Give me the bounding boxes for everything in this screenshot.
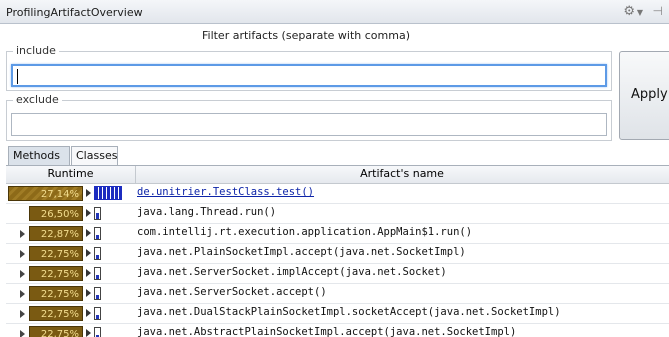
artifact-name[interactable]: com.intellij.rt.execution.application.Ap… [137, 226, 472, 238]
runtime-minibar-icon [94, 227, 101, 240]
expand-arrow-icon[interactable] [86, 189, 91, 197]
runtime-minibar-icon [94, 287, 101, 300]
tree-expander-icon[interactable] [20, 250, 25, 258]
runtime-histogram-icon [94, 186, 122, 200]
column-header-runtime[interactable]: Runtime [6, 166, 136, 183]
artifact-name[interactable]: java.lang.Thread.run() [137, 206, 276, 218]
include-label: include [13, 44, 59, 57]
runtime-minibar-icon [94, 327, 101, 337]
tree-expander-icon[interactable] [20, 230, 25, 238]
runtime-minibar-icon [94, 247, 101, 260]
table-row[interactable]: 26,50% java.lang.Thread.run() [6, 204, 669, 224]
table-row[interactable]: 22,75% java.net.PlainSocketImpl.accept(j… [6, 244, 669, 264]
artifact-name[interactable]: java.net.ServerSocket.implAccept(java.ne… [137, 266, 447, 278]
runtime-minibar-icon [94, 307, 101, 320]
expand-arrow-icon[interactable] [86, 289, 91, 297]
artifact-name[interactable]: java.net.AbstractPlainSocketImpl.accept(… [137, 326, 516, 337]
column-header-name[interactable]: Artifact's name [137, 166, 667, 183]
apply-label: Apply [631, 87, 668, 102]
pin-icon[interactable]: ⊣ [653, 4, 663, 18]
filter-heading: Filter artifacts (separate with comma) [201, 29, 410, 42]
window-title: ProfilingArtifactOverview [6, 6, 143, 19]
table-row[interactable]: 22,75% java.net.AbstractPlainSocketImpl.… [6, 324, 669, 337]
table-header: Runtime Artifact's name [6, 166, 669, 184]
artifact-name[interactable]: de.unitrier.TestClass.test() [137, 186, 314, 198]
expand-arrow-icon[interactable] [86, 229, 91, 237]
artifact-name[interactable]: java.net.PlainSocketImpl.accept(java.net… [137, 246, 466, 258]
runtime-value: 22,75% [29, 266, 83, 281]
artifact-name[interactable]: java.net.DualStackPlainSocketImpl.socket… [137, 306, 561, 318]
text-cursor [17, 69, 18, 84]
table-row[interactable]: 22,75% java.net.ServerSocket.implAccept(… [6, 264, 669, 284]
include-input[interactable] [11, 64, 607, 87]
runtime-value: 26,50% [29, 206, 83, 221]
exclude-input[interactable] [11, 113, 607, 136]
runtime-value: 22,75% [29, 286, 83, 301]
expand-arrow-icon[interactable] [86, 309, 91, 317]
artifact-name[interactable]: java.net.ServerSocket.accept() [137, 286, 327, 298]
exclude-label: exclude [13, 93, 62, 106]
table-row[interactable]: 22,75% java.net.DualStackPlainSocketImpl… [6, 304, 669, 324]
runtime-minibar-icon [94, 267, 101, 280]
tree-expander-icon[interactable] [20, 310, 25, 318]
runtime-minibar-icon [94, 207, 101, 220]
title-bar: ProfilingArtifactOverview ⚙ ▼ ⊣ [0, 0, 669, 24]
include-group: include [6, 44, 612, 91]
apply-button[interactable]: Apply [619, 51, 669, 140]
tree-expander-icon[interactable] [20, 270, 25, 278]
table-row[interactable]: 22,87% com.intellij.rt.execution.applica… [6, 224, 669, 244]
tab-classes[interactable]: Classes [71, 146, 118, 165]
runtime-value: 27,14% [8, 186, 83, 201]
runtime-value: 22,75% [29, 326, 83, 337]
artifact-table: Runtime Artifact's name 27,14% de.unitri… [6, 165, 669, 337]
expand-arrow-icon[interactable] [86, 249, 91, 257]
runtime-value: 22,75% [29, 246, 83, 261]
expand-arrow-icon[interactable] [86, 329, 91, 337]
tree-expander-icon[interactable] [20, 330, 25, 337]
tab-methods[interactable]: Methods [8, 146, 70, 165]
runtime-value: 22,75% [29, 306, 83, 321]
table-row[interactable]: 27,14% de.unitrier.TestClass.test() [6, 184, 669, 204]
chevron-down-icon[interactable]: ▼ [637, 8, 643, 17]
expand-arrow-icon[interactable] [86, 209, 91, 217]
table-row[interactable]: 22,75% java.net.ServerSocket.accept() [6, 284, 669, 304]
gear-icon[interactable]: ⚙ [623, 4, 635, 19]
tree-expander-icon[interactable] [20, 290, 25, 298]
runtime-value: 22,87% [29, 226, 83, 241]
expand-arrow-icon[interactable] [86, 269, 91, 277]
exclude-group: exclude [6, 93, 612, 141]
